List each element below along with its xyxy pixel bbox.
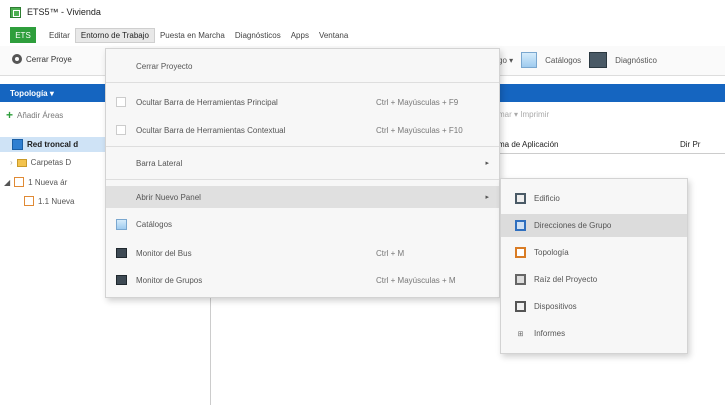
column-application[interactable]: ma de Aplicación — [498, 140, 658, 149]
close-project-button[interactable]: Cerrar Proye — [12, 54, 72, 64]
submenu-item-project-root[interactable]: Raíz del Proyecto — [501, 268, 687, 291]
menu-separator — [106, 82, 499, 83]
folder-icon — [16, 158, 27, 167]
catalog-icon — [115, 218, 127, 230]
topology-panel-header[interactable]: Topología ▾ — [0, 84, 106, 102]
toolbar-right-group: go ▾ Catálogos Diagnóstico — [498, 52, 657, 68]
menu-ventana[interactable]: Ventana — [314, 29, 353, 42]
diagnostics-button-label[interactable]: Diagnóstico — [615, 56, 657, 65]
submenu-item-devices[interactable]: Dispositivos — [501, 295, 687, 318]
tree-row-label: 1 Nueva ár — [28, 177, 68, 187]
area-icon — [14, 177, 25, 187]
window-title: ETS5™ - Vivienda — [27, 7, 101, 17]
topology-icon — [515, 247, 526, 258]
menu-separator — [106, 146, 499, 147]
ets-logo-icon — [10, 6, 21, 18]
monitor-icon — [115, 248, 127, 258]
tree-row-line[interactable]: 1.1 Nueva — [24, 196, 74, 206]
table-header: ma de Aplicación Dir Pr — [498, 136, 725, 154]
diagnostics-icon[interactable] — [589, 52, 608, 68]
menu-item-group-monitor[interactable]: Monitor de Grupos Ctrl + Mayúsculas + M — [106, 269, 499, 291]
devices-icon — [515, 301, 526, 312]
submenu-arrow-icon: ▸ — [485, 194, 489, 201]
menu-item-open-new-panel[interactable]: Abrir Nuevo Panel ▸ — [106, 186, 499, 208]
menu-apps[interactable]: Apps — [286, 29, 314, 42]
monitor-icon — [115, 275, 127, 285]
checkbox-icon[interactable] — [116, 97, 126, 107]
chevron-down-icon[interactable]: ◢ — [4, 178, 10, 187]
submenu-item-reports[interactable]: ⊞ Informes — [501, 322, 687, 345]
plus-icon: + — [6, 108, 14, 122]
title-bar: ETS5™ - Vivienda — [0, 0, 725, 24]
project-root-icon — [515, 274, 526, 285]
menu-separator — [106, 179, 499, 180]
gear-icon — [12, 54, 22, 64]
tree-row-backbone[interactable]: Red troncal d — [0, 137, 106, 152]
menu-diagnosticos[interactable]: Diagnósticos — [230, 29, 286, 42]
submenu-arrow-icon: ▸ — [485, 160, 489, 167]
group-address-icon — [515, 220, 526, 231]
menu-item-sidebar[interactable]: Barra Lateral ▸ — [106, 152, 499, 174]
workspace-dropdown-menu: Cerrar Proyecto Ocultar Barra de Herrami… — [105, 48, 500, 298]
building-icon — [515, 193, 526, 204]
catalogs-button-label[interactable]: Catálogos — [545, 56, 581, 65]
tree-row-label: Red troncal d — [27, 140, 79, 149]
add-areas-button[interactable]: + Añadir Áreas — [6, 108, 64, 122]
menu-item-close-project[interactable]: Cerrar Proyecto — [106, 55, 499, 77]
network-icon — [12, 139, 23, 150]
tree-row-label: 1.1 Nueva — [38, 196, 75, 206]
menu-item-hide-context-toolbar[interactable]: Ocultar Barra de Herramientas Contextual… — [106, 119, 499, 141]
tree-row-area[interactable]: ◢ 1 Nueva ár — [4, 177, 67, 187]
open-new-panel-submenu: Edificio Direcciones de Grupo Topología … — [500, 178, 688, 354]
ets-menu-button[interactable]: ETS — [10, 27, 36, 43]
reports-icon: ⊞ — [517, 330, 524, 338]
right-panel-header — [498, 84, 725, 102]
chevron-right-icon[interactable]: › — [10, 158, 13, 167]
submenu-item-topology[interactable]: Topología — [501, 241, 687, 264]
menu-item-bus-monitor[interactable]: Monitor del Bus Ctrl + M — [106, 242, 499, 264]
close-project-label: Cerrar Proye — [26, 54, 72, 64]
column-address[interactable]: Dir Pr — [680, 140, 700, 149]
menu-item-catalogs[interactable]: Catálogos — [106, 213, 499, 235]
menu-bar: ETS Editar Entorno de Trabajo Puesta en … — [0, 24, 725, 46]
submenu-item-group-addresses[interactable]: Direcciones de Grupo — [501, 214, 687, 237]
checkbox-icon[interactable] — [116, 125, 126, 135]
tree-row-folders[interactable]: › Carpetas D — [10, 158, 71, 167]
menu-puesta-en-marcha[interactable]: Puesta en Marcha — [155, 29, 230, 42]
tree-row-label: Carpetas D — [30, 158, 72, 167]
catalog-icon[interactable] — [521, 52, 538, 68]
toolbar-partial-dropdown[interactable]: go ▾ — [498, 56, 513, 65]
menu-item-hide-main-toolbar[interactable]: Ocultar Barra de Herramientas Principal … — [106, 91, 499, 113]
add-areas-label: Añadir Áreas — [17, 110, 64, 120]
menu-editar[interactable]: Editar — [44, 29, 75, 42]
menu-entorno-de-trabajo[interactable]: Entorno de Trabajo — [74, 27, 155, 43]
submenu-item-building[interactable]: Edificio — [501, 187, 687, 210]
line-icon — [24, 196, 34, 206]
print-toolbar-row[interactable]: mar ▾ Imprimir — [498, 110, 549, 119]
